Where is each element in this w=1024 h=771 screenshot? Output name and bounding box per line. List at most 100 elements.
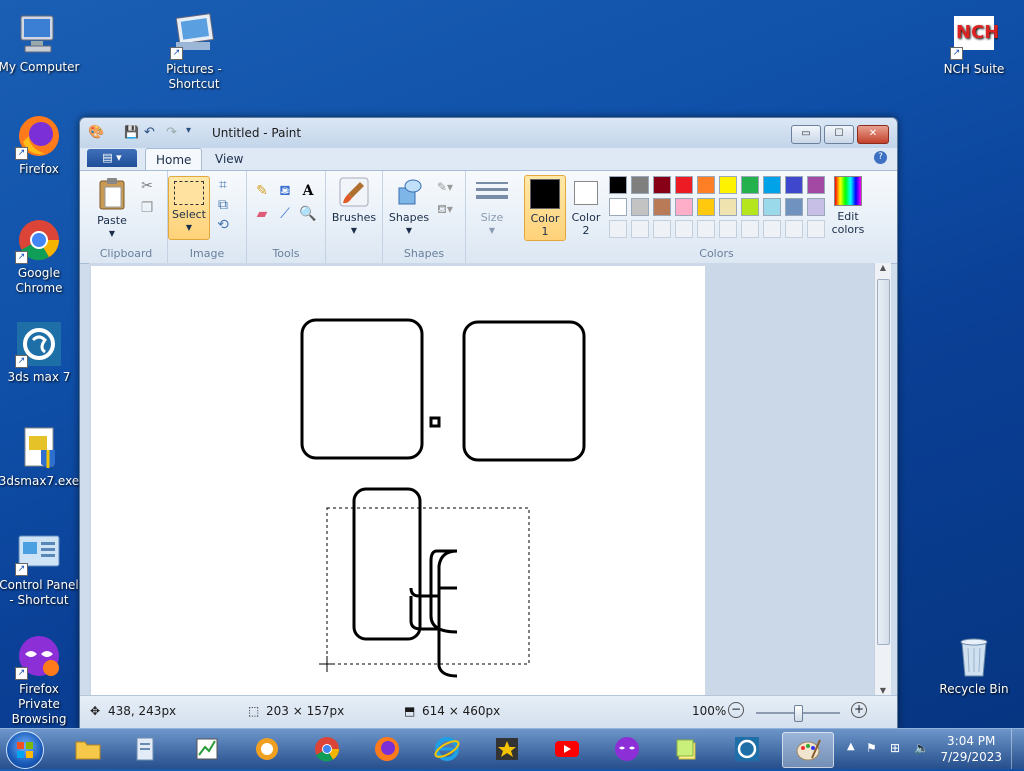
desktop-icon-3ds-max-7[interactable]: ↗ 3ds max 7 xyxy=(0,320,81,385)
palette-color-swatch[interactable] xyxy=(719,198,737,216)
tab-view[interactable]: View xyxy=(205,148,253,170)
tab-home[interactable]: Home xyxy=(145,148,203,171)
volume-icon[interactable]: 🔈 xyxy=(914,741,929,755)
save-icon[interactable]: 💾 xyxy=(124,125,139,139)
desktop-icon-google-chrome[interactable]: ↗ Google Chrome xyxy=(0,216,81,296)
scroll-up-icon[interactable]: ▲ xyxy=(875,263,891,272)
copy-icon[interactable]: ❐ xyxy=(137,198,157,218)
taskbar-explorer[interactable] xyxy=(63,732,113,766)
palette-color-swatch[interactable] xyxy=(653,176,671,194)
tray-expand-icon[interactable]: ▲ xyxy=(847,741,855,752)
palette-color-swatch[interactable] xyxy=(631,176,649,194)
taskbar-chart-app[interactable] xyxy=(182,732,232,766)
palette-empty-swatch[interactable] xyxy=(785,220,803,238)
drawing-canvas[interactable] xyxy=(91,266,705,695)
eraser-icon[interactable]: ▰ xyxy=(252,204,272,224)
selection-rectangle[interactable] xyxy=(326,507,530,665)
magnifier-icon[interactable]: 🔍 xyxy=(298,204,318,224)
zoom-slider-thumb[interactable] xyxy=(794,705,803,722)
palette-empty-swatch[interactable] xyxy=(719,220,737,238)
taskbar-sticky-notes[interactable] xyxy=(662,732,712,766)
undo-icon[interactable]: ↶ xyxy=(144,125,155,140)
redo-icon[interactable]: ↷ xyxy=(166,125,177,140)
edit-colors-button[interactable]: Edit colors xyxy=(828,176,868,236)
taskbar-3ds-max[interactable] xyxy=(722,732,772,766)
palette-color-swatch[interactable] xyxy=(653,198,671,216)
desktop-icon-nch-suite[interactable]: NCH ↗ NCH Suite xyxy=(932,12,1016,77)
taskbar-youtube[interactable] xyxy=(542,732,592,766)
color1-button[interactable]: Color 1 xyxy=(524,175,566,241)
palette-color-swatch[interactable] xyxy=(675,176,693,194)
taskbar-chrome[interactable] xyxy=(302,732,352,766)
palette-empty-swatch[interactable] xyxy=(763,220,781,238)
palette-color-swatch[interactable] xyxy=(609,176,627,194)
action-center-icon[interactable]: ⚑ xyxy=(866,741,877,755)
palette-color-swatch[interactable] xyxy=(763,176,781,194)
shapes-button[interactable]: Shapes ▼ xyxy=(385,176,433,237)
outline-icon[interactable]: ✎▾ xyxy=(435,177,455,197)
zoom-in-button[interactable]: + xyxy=(851,702,867,718)
palette-empty-swatch[interactable] xyxy=(741,220,759,238)
desktop-icon-firefox-private-browsing[interactable]: ↗ Firefox Private Browsing xyxy=(0,632,81,727)
taskbar-internet-explorer[interactable] xyxy=(422,732,472,766)
clock[interactable]: 3:04 PM 7/29/2023 xyxy=(940,733,1002,765)
resize-icon[interactable]: ⧉ xyxy=(213,195,233,215)
palette-empty-swatch[interactable] xyxy=(697,220,715,238)
taskbar-vpn[interactable] xyxy=(242,732,292,766)
palette-color-swatch[interactable] xyxy=(609,198,627,216)
taskbar-media[interactable] xyxy=(120,732,170,766)
close-button[interactable]: ✕ xyxy=(857,125,889,144)
desktop-icon-firefox[interactable]: ↗ Firefox xyxy=(0,112,81,177)
file-menu-button[interactable]: ▤ ▾ xyxy=(87,149,137,167)
start-button[interactable] xyxy=(6,731,44,769)
palette-empty-swatch[interactable] xyxy=(807,220,825,238)
palette-color-swatch[interactable] xyxy=(697,198,715,216)
taskbar-firefox[interactable] xyxy=(362,732,412,766)
palette-color-swatch[interactable] xyxy=(719,176,737,194)
network-icon[interactable]: ⊞ xyxy=(890,741,900,755)
text-icon[interactable]: A xyxy=(298,181,318,201)
desktop-icon-my-computer[interactable]: My Computer xyxy=(0,10,81,75)
palette-color-swatch[interactable] xyxy=(785,176,803,194)
paste-button[interactable]: Paste ▼ xyxy=(91,177,133,240)
maximize-button[interactable]: ☐ xyxy=(824,125,854,144)
fill-dropdown-icon[interactable]: ⛾▾ xyxy=(435,199,455,219)
size-button[interactable]: Size ▼ xyxy=(472,176,512,237)
palette-color-swatch[interactable] xyxy=(675,198,693,216)
color2-button[interactable]: Color 2 xyxy=(567,175,605,237)
palette-empty-swatch[interactable] xyxy=(631,220,649,238)
brushes-button[interactable]: Brushes ▼ xyxy=(330,176,378,237)
taskbar-paint[interactable] xyxy=(782,732,834,768)
fill-icon[interactable]: ⛾ xyxy=(275,181,295,201)
scroll-down-icon[interactable]: ▼ xyxy=(875,686,891,695)
quick-access-dropdown-icon[interactable]: ▾ xyxy=(186,125,191,136)
zoom-slider-track[interactable] xyxy=(756,705,840,722)
crop-icon[interactable]: ⌗ xyxy=(213,175,233,195)
palette-color-swatch[interactable] xyxy=(807,198,825,216)
select-button[interactable]: Select ▼ xyxy=(168,176,210,240)
taskbar-movie-maker[interactable] xyxy=(482,732,532,766)
pencil-icon[interactable]: ✎ xyxy=(252,181,272,201)
desktop-icon-pictures-shortcut[interactable]: ↗ Pictures - Shortcut xyxy=(152,12,236,92)
palette-empty-swatch[interactable] xyxy=(653,220,671,238)
desktop-icon-3dsmax7-exe[interactable]: 3dsmax7.exe xyxy=(0,424,81,489)
paint-app-icon[interactable]: 🎨 xyxy=(88,125,104,140)
minimize-button[interactable]: ▭ xyxy=(791,125,821,144)
show-desktop-button[interactable] xyxy=(1011,729,1024,769)
scroll-thumb[interactable] xyxy=(877,279,890,645)
desktop-icon-control-panel-shortcut[interactable]: ↗ Control Panel - Shortcut xyxy=(0,528,81,608)
zoom-out-button[interactable]: − xyxy=(728,702,744,718)
palette-color-swatch[interactable] xyxy=(697,176,715,194)
palette-color-swatch[interactable] xyxy=(741,176,759,194)
title-bar[interactable]: 🎨 💾 ↶ ↷ ▾ Untitled - Paint ▭ ☐ ✕ xyxy=(80,118,897,148)
palette-color-swatch[interactable] xyxy=(741,198,759,216)
color-picker-icon[interactable]: ⟋ xyxy=(275,204,295,224)
palette-color-swatch[interactable] xyxy=(785,198,803,216)
palette-color-swatch[interactable] xyxy=(763,198,781,216)
help-icon[interactable]: ? xyxy=(874,151,887,164)
taskbar-firefox-private[interactable] xyxy=(602,732,652,766)
palette-empty-swatch[interactable] xyxy=(609,220,627,238)
rotate-icon[interactable]: ⟲ xyxy=(213,215,233,235)
palette-color-swatch[interactable] xyxy=(631,198,649,216)
desktop-icon-recycle-bin[interactable]: Recycle Bin xyxy=(932,632,1016,697)
